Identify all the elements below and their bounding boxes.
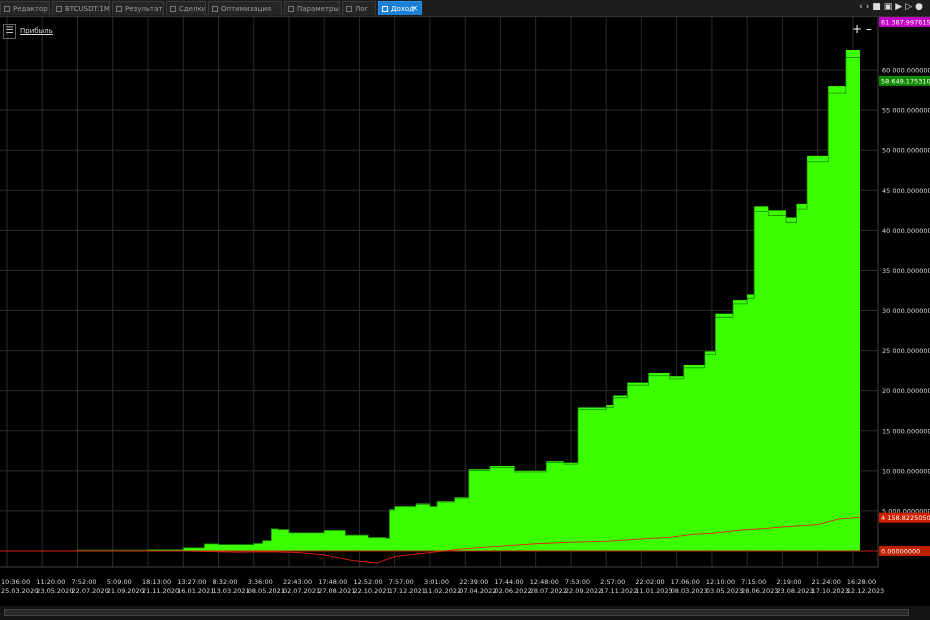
x-tick-time: 22:39:00 (459, 578, 488, 586)
x-tick-date: 21.11.2020 (142, 587, 179, 595)
equity-chart: 5 000.0000000010 000.0000000015 000.0000… (0, 17, 930, 606)
x-tick-time: 10:36:00 (1, 578, 30, 586)
x-tick-time: 7:52:00 (71, 578, 96, 586)
x-tick-time: 7:53:00 (565, 578, 590, 586)
tab-icon (4, 6, 10, 12)
x-tick-time: 7:57:00 (389, 578, 414, 586)
x-tick-date: 22.07.2020 (71, 587, 108, 595)
tab-label: Параметры (297, 5, 339, 13)
x-tick-time: 21:24:00 (812, 578, 841, 586)
toolbar-icons[interactable]: ‹›■▣▶▷● (859, 2, 926, 14)
value-tag-label: 61 387.99761500 (881, 19, 930, 27)
tab-4[interactable]: Оптимизация (208, 1, 282, 15)
x-tick-time: 3:01:00 (424, 578, 449, 586)
tab-5[interactable]: Параметры (284, 1, 340, 15)
x-tick-date: 23.05.2020 (36, 587, 73, 595)
list-icon[interactable]: ☰ (3, 24, 16, 39)
tab-icon (170, 6, 176, 12)
y-tick-label: 15 000.00000000 (882, 427, 930, 435)
tab-6[interactable]: Лог (342, 1, 376, 15)
x-tick-date: 02.06.2022 (494, 587, 531, 595)
x-tick-date: 28.07.2022 (530, 587, 567, 595)
zoom-in-icon[interactable]: + (852, 22, 862, 36)
tab-label: Редактор (13, 5, 48, 13)
x-tick-date: 12.12.2023 (847, 587, 884, 595)
x-tick-date: 25.03.2020 (1, 587, 38, 595)
tab-label: Лог (355, 5, 369, 13)
y-tick-label: 60 000.00000000 (882, 67, 930, 75)
tab-icon (116, 6, 122, 12)
x-tick-date: 13.03.2021 (212, 587, 249, 595)
profit-area (7, 50, 860, 551)
tab-label: Результаты (125, 5, 164, 13)
value-tag-label: 4 158.82250500 (881, 514, 930, 522)
x-tick-time: 12:52:00 (353, 578, 382, 586)
x-tick-date: 27.08.2021 (318, 587, 355, 595)
tab-icon (382, 6, 388, 12)
zoom-out-icon[interactable]: – (866, 22, 872, 36)
value-tag-label: 0.00000000 (881, 547, 920, 555)
y-tick-label: 50 000.00000000 (882, 147, 930, 155)
tab-label: BTCUSDT:1M (65, 5, 110, 13)
zoom-controls[interactable]: + – (852, 22, 872, 36)
legend-label[interactable]: Прибыль (20, 27, 53, 35)
x-tick-date: 17.12.2021 (389, 587, 426, 595)
x-tick-date: 16.01.2021 (177, 587, 214, 595)
tab-icon (346, 6, 352, 12)
x-tick-time: 16:28:00 (847, 578, 876, 586)
x-tick-date: 22.09.2022 (565, 587, 602, 595)
tab-1[interactable]: BTCUSDT:1M (52, 1, 110, 15)
x-tick-time: 5:09:00 (107, 578, 132, 586)
x-tick-date: 03.05.2023 (706, 587, 743, 595)
tab-2[interactable]: Результаты (112, 1, 164, 15)
x-tick-date: 08.03.2023 (671, 587, 708, 595)
x-tick-date: 28.06.2023 (741, 587, 778, 595)
tab-label: Оптимизация (221, 5, 272, 13)
y-tick-label: 20 000.00000000 (882, 387, 930, 395)
tab-label: Сделки (179, 5, 206, 13)
horizontal-scrollbar[interactable] (4, 609, 909, 616)
x-tick-time: 17:48:00 (318, 578, 347, 586)
x-tick-date: 08.05.2021 (248, 587, 285, 595)
y-tick-label: 30 000.00000000 (882, 307, 930, 315)
y-tick-label: 45 000.00000000 (882, 187, 930, 195)
x-tick-time: 12:48:00 (530, 578, 559, 586)
tab-0[interactable]: Редактор (0, 1, 50, 15)
tab-icon (288, 6, 294, 12)
tab-3[interactable]: Сделки (166, 1, 206, 15)
x-tick-time: 2:57:00 (600, 578, 625, 586)
x-tick-time: 22:02:00 (635, 578, 664, 586)
x-tick-date: 17.10.2023 (812, 587, 849, 595)
x-tick-time: 22:43:00 (283, 578, 312, 586)
x-tick-date: 11.01.2023 (635, 587, 672, 595)
tab-7[interactable]: Доход ✕ (378, 1, 422, 15)
y-tick-label: 35 000.00000000 (882, 267, 930, 275)
x-tick-time: 8:32:00 (212, 578, 237, 586)
tab-icon (56, 6, 62, 12)
x-tick-time: 2:19:00 (776, 578, 801, 586)
x-tick-date: 02.07.2021 (283, 587, 320, 595)
x-tick-time: 7:15:00 (741, 578, 766, 586)
y-tick-label: 10 000.00000000 (882, 467, 930, 475)
x-tick-date: 11.02.2022 (424, 587, 461, 595)
x-tick-time: 17:06:00 (671, 578, 700, 586)
y-tick-label: 40 000.00000000 (882, 227, 930, 235)
x-tick-date: 17.11.2022 (600, 587, 637, 595)
tab-bar: Редактор BTCUSDT:1M Результаты Сделки Оптими… (0, 0, 930, 17)
x-tick-date: 22.10.2021 (353, 587, 390, 595)
tab-icon (212, 6, 218, 12)
x-tick-time: 12:10:00 (706, 578, 735, 586)
close-icon[interactable]: ✕ (411, 2, 418, 15)
x-tick-time: 3:36:00 (248, 578, 273, 586)
y-tick-label: 25 000.00000000 (882, 347, 930, 355)
value-tag-label: 58 649.17531000 (881, 77, 930, 85)
x-tick-date: 21.09.2020 (107, 587, 144, 595)
x-tick-time: 18:13:00 (142, 578, 171, 586)
x-tick-time: 13:27:00 (177, 578, 206, 586)
x-tick-time: 11:20:00 (36, 578, 65, 586)
x-tick-date: 23.08.2023 (776, 587, 813, 595)
y-tick-label: 55 000.00000000 (882, 107, 930, 115)
x-tick-date: 07.04.2022 (459, 587, 496, 595)
x-tick-time: 17:44:00 (494, 578, 523, 586)
